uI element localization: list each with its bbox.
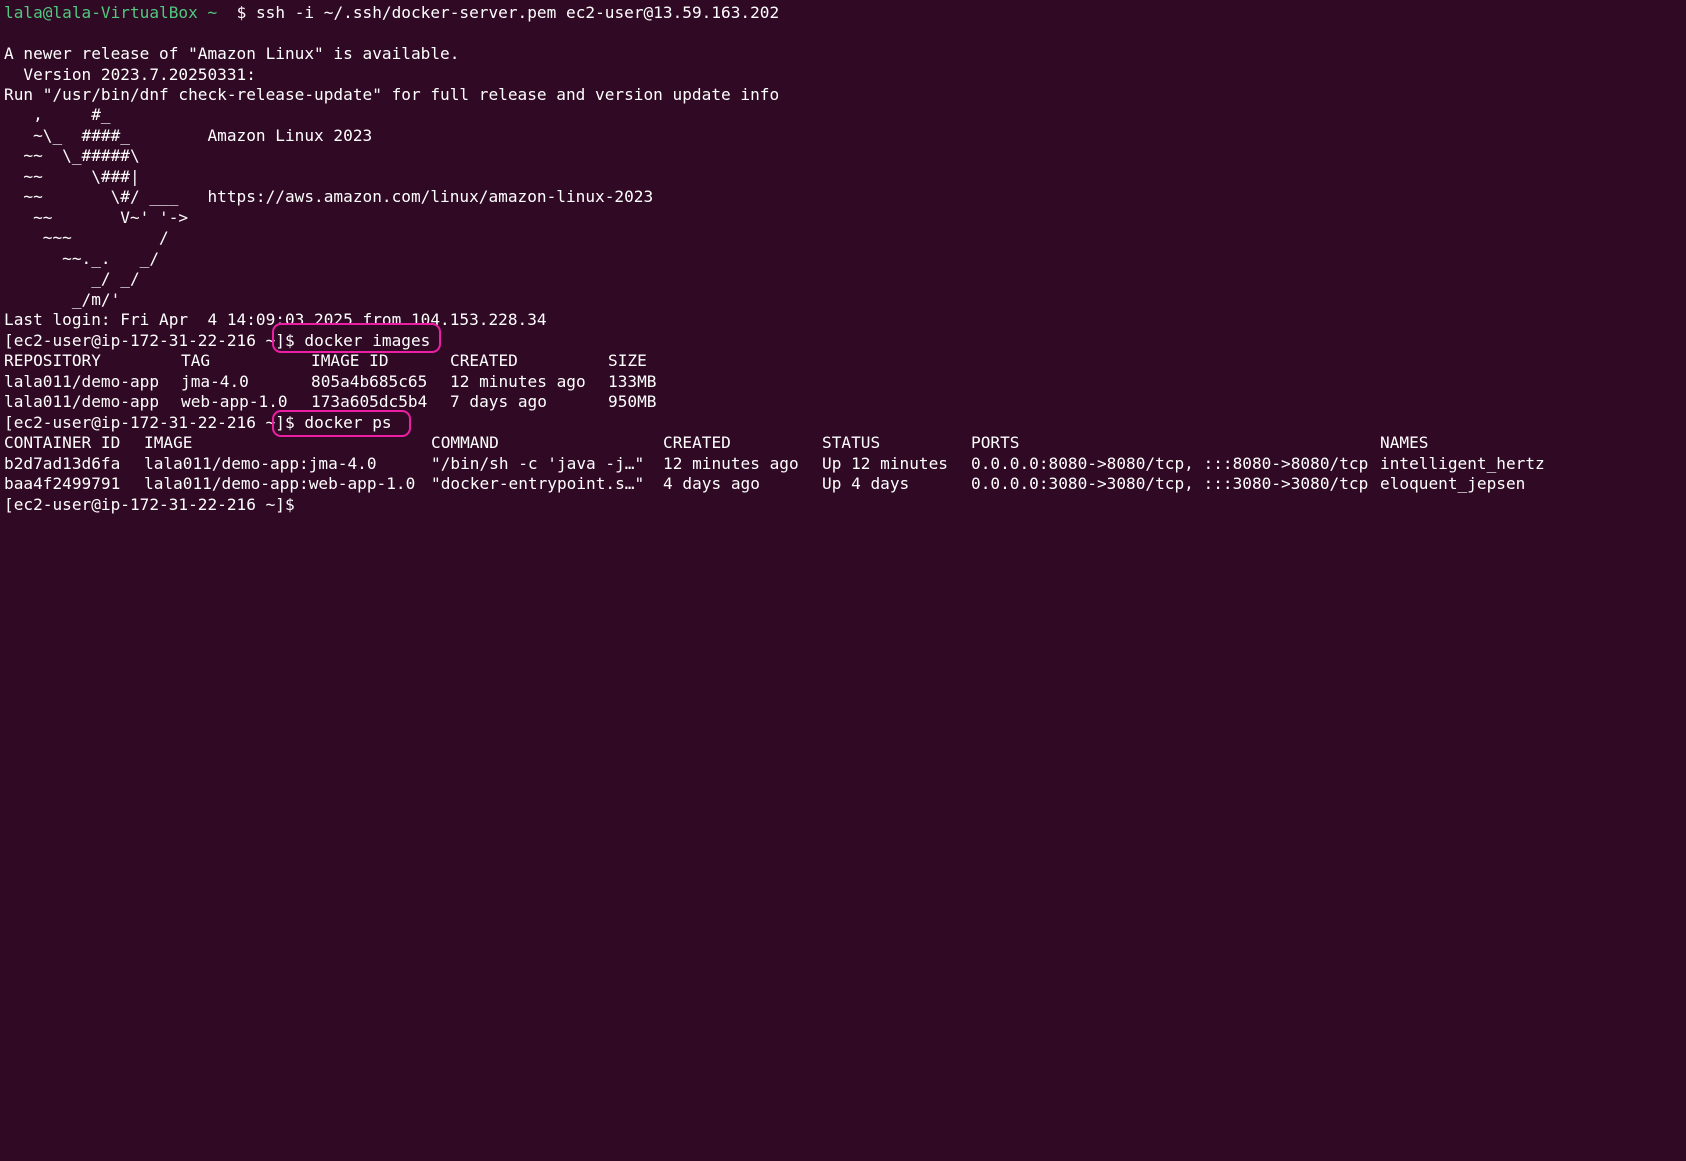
column-header-created: CREATED	[663, 433, 731, 452]
terminal-window[interactable]: lala@lala-VirtualBox ~ $ ssh -i ~/.ssh/d…	[0, 0, 1686, 594]
column-header-image: IMAGE	[144, 433, 193, 452]
column-header-command: COMMAND	[431, 433, 499, 452]
image-size: 133MB	[608, 372, 657, 391]
container-status: Up 12 minutes	[822, 454, 948, 473]
column-header-ports: PORTS	[971, 433, 1020, 452]
ascii-art-line: ~~ \_#####\	[4, 146, 140, 165]
column-header-size: SIZE	[608, 351, 647, 370]
motd-line: Run "/usr/bin/dnf check-release-update" …	[4, 85, 780, 104]
image-tag: web-app-1.0	[181, 392, 288, 411]
ascii-art-line: ~~ \###|	[4, 167, 140, 186]
container-name: intelligent_hertz	[1380, 454, 1545, 473]
container-status: Up 4 days	[822, 474, 910, 493]
image-size: 950MB	[608, 392, 657, 411]
image-created: 12 minutes ago	[450, 372, 586, 391]
local-prompt-user: lala@lala-VirtualBox	[4, 3, 198, 22]
image-repository: lala011/demo-app	[4, 372, 160, 391]
column-header-status: STATUS	[822, 433, 881, 452]
container-created: 4 days ago	[663, 474, 760, 493]
container-command: "/bin/sh -c 'java -j…"	[431, 454, 645, 473]
ssh-command-text: $ ssh -i ~/.ssh/docker-server.pem ec2-us…	[217, 3, 780, 22]
docker-images-highlight	[272, 323, 441, 353]
image-id: 805a4b685c65	[311, 372, 428, 391]
ascii-art-line: ~~ V~' '->	[4, 208, 189, 227]
remote-prompt: [ec2-user@ip-172-31-22-216 ~]$	[4, 331, 295, 350]
column-header-created: CREATED	[450, 351, 518, 370]
ascii-art-line: ~~._. _/	[4, 249, 160, 268]
remote-prompt: [ec2-user@ip-172-31-22-216 ~]$	[4, 495, 295, 514]
image-tag: jma-4.0	[181, 372, 249, 391]
column-header-repository: REPOSITORY	[4, 351, 101, 370]
final-prompt-line[interactable]: [ec2-user@ip-172-31-22-216 ~]$	[4, 494, 295, 516]
remote-prompt: [ec2-user@ip-172-31-22-216 ~]$	[4, 413, 295, 432]
ssh-command-line: lala@lala-VirtualBox ~ $ ssh -i ~/.ssh/d…	[4, 2, 779, 24]
motd-line: A newer release of "Amazon Linux" is ava…	[4, 44, 460, 63]
column-header-tag: TAG	[181, 351, 211, 370]
column-header-names: NAMES	[1380, 433, 1429, 452]
container-name: eloquent_jepsen	[1380, 474, 1526, 493]
container-ports: 0.0.0.0:3080->3080/tcp, :::3080->3080/tc…	[971, 474, 1369, 493]
column-header-image-id: IMAGE ID	[311, 351, 389, 370]
local-prompt-dir: ~	[197, 3, 218, 22]
docker-ps-highlight	[272, 410, 411, 437]
image-repository: lala011/demo-app	[4, 392, 160, 411]
column-header-container-id: CONTAINER ID	[4, 433, 121, 452]
container-id: baa4f2499791	[4, 474, 121, 493]
container-image: lala011/demo-app:web-app-1.0	[144, 474, 416, 493]
ascii-art-line: ~~ \#/ ___ https://aws.amazon.com/linux/…	[4, 187, 654, 206]
container-ports: 0.0.0.0:8080->8080/tcp, :::8080->8080/tc…	[971, 454, 1369, 473]
container-id: b2d7ad13d6fa	[4, 454, 121, 473]
motd-line: Version 2023.7.20250331:	[4, 65, 256, 84]
ascii-art-line: _/ _/	[4, 269, 140, 288]
ascii-art-line: ~~~ /	[4, 228, 169, 247]
container-image: lala011/demo-app:jma-4.0	[144, 454, 377, 473]
image-created: 7 days ago	[450, 392, 547, 411]
container-command: "docker-entrypoint.s…"	[431, 474, 645, 493]
ascii-art-line: , #_	[4, 105, 111, 124]
ascii-art-line: ~\_ ####_ Amazon Linux 2023	[4, 126, 373, 145]
ascii-art-line: _/m/'	[4, 290, 121, 309]
container-created: 12 minutes ago	[663, 454, 799, 473]
